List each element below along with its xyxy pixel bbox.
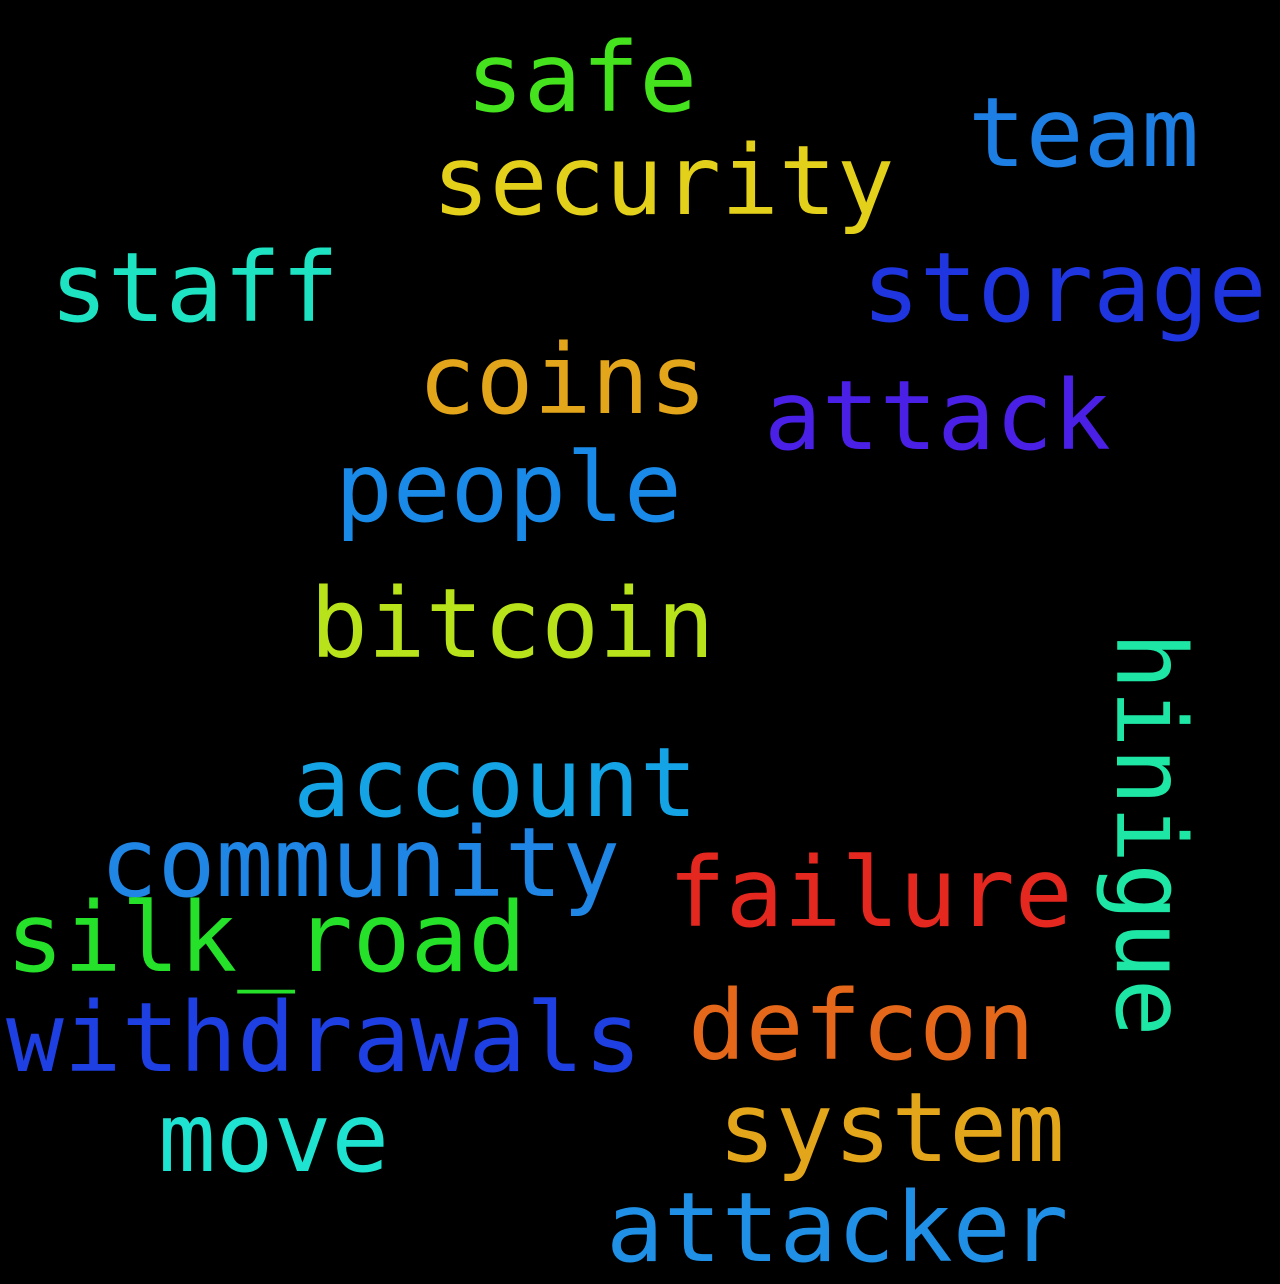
word-coins: coins: [418, 324, 707, 436]
word-system: system: [718, 1072, 1065, 1184]
word-move: move: [158, 1082, 390, 1194]
word-hinigue: hinigue: [1094, 632, 1206, 1037]
word-attacker: attacker: [606, 1172, 1069, 1284]
word-withdrawals: withdrawals: [6, 982, 642, 1094]
word-failure: failure: [668, 837, 1073, 949]
word-storage: storage: [862, 232, 1267, 344]
word-defcon: defcon: [688, 970, 1035, 1082]
word-staff: staff: [50, 232, 339, 344]
word-security: security: [432, 125, 895, 237]
word-safe: safe: [466, 22, 698, 134]
word-silk-road: silk_road: [6, 882, 527, 994]
word-attack: attack: [764, 360, 1111, 472]
word-bitcoin: bitcoin: [310, 568, 715, 680]
word-team: team: [968, 77, 1200, 189]
word-people: people: [335, 432, 682, 544]
word-cloud: safe team security staff storage coins a…: [0, 0, 1280, 1280]
